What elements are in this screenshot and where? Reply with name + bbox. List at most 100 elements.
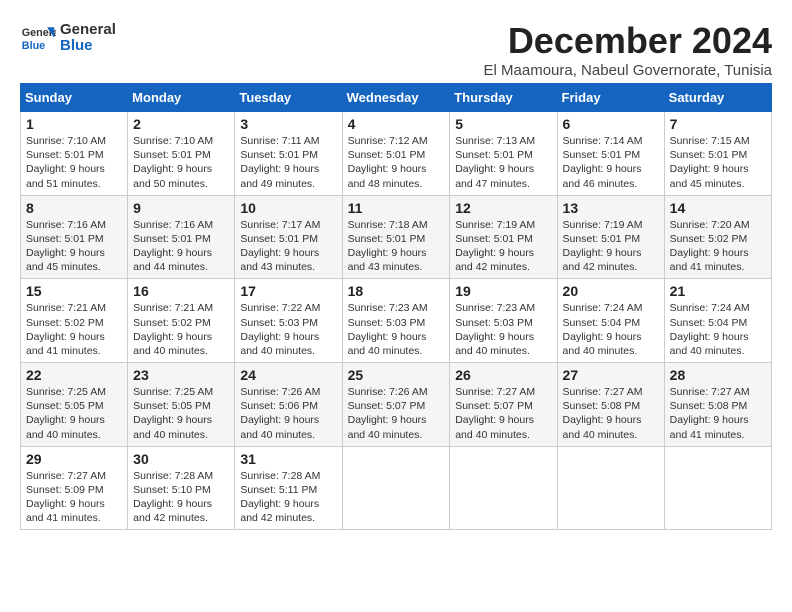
- title-section: December 2024 El Maamoura, Nabeul Govern…: [484, 20, 772, 79]
- day-number: 14: [670, 200, 766, 216]
- day-number: 20: [563, 283, 659, 299]
- day-info: Sunrise: 7:26 AMSunset: 5:07 PMDaylight:…: [348, 386, 428, 441]
- calendar-cell: 14 Sunrise: 7:20 AMSunset: 5:02 PMDaylig…: [664, 195, 771, 279]
- header-tuesday: Tuesday: [235, 84, 342, 112]
- header-sunday: Sunday: [21, 84, 128, 112]
- day-info: Sunrise: 7:27 AMSunset: 5:09 PMDaylight:…: [26, 470, 106, 525]
- day-number: 30: [133, 451, 229, 467]
- day-number: 6: [563, 116, 659, 132]
- day-number: 29: [26, 451, 122, 467]
- calendar-cell: 25 Sunrise: 7:26 AMSunset: 5:07 PMDaylig…: [342, 363, 450, 447]
- day-number: 10: [240, 200, 336, 216]
- day-info: Sunrise: 7:12 AMSunset: 5:01 PMDaylight:…: [348, 135, 428, 190]
- day-number: 4: [348, 116, 445, 132]
- calendar-cell: 12 Sunrise: 7:19 AMSunset: 5:01 PMDaylig…: [450, 195, 557, 279]
- header-friday: Friday: [557, 84, 664, 112]
- day-number: 31: [240, 451, 336, 467]
- day-number: 18: [348, 283, 445, 299]
- day-number: 27: [563, 367, 659, 383]
- header: General Blue General Blue December 2024 …: [20, 20, 772, 79]
- calendar-cell: 20 Sunrise: 7:24 AMSunset: 5:04 PMDaylig…: [557, 279, 664, 363]
- calendar-cell: [664, 446, 771, 530]
- day-info: Sunrise: 7:28 AMSunset: 5:11 PMDaylight:…: [240, 470, 320, 525]
- day-number: 3: [240, 116, 336, 132]
- day-number: 23: [133, 367, 229, 383]
- calendar-cell: 26 Sunrise: 7:27 AMSunset: 5:07 PMDaylig…: [450, 363, 557, 447]
- day-number: 22: [26, 367, 122, 383]
- day-number: 1: [26, 116, 122, 132]
- logo-line2: Blue: [60, 38, 116, 55]
- day-number: 24: [240, 367, 336, 383]
- day-info: Sunrise: 7:21 AMSunset: 5:02 PMDaylight:…: [26, 302, 106, 357]
- day-info: Sunrise: 7:27 AMSunset: 5:08 PMDaylight:…: [670, 386, 750, 441]
- header-saturday: Saturday: [664, 84, 771, 112]
- page-container: General Blue General Blue December 2024 …: [20, 20, 772, 530]
- calendar-cell: [557, 446, 664, 530]
- day-info: Sunrise: 7:28 AMSunset: 5:10 PMDaylight:…: [133, 470, 213, 525]
- logo-icon: General Blue: [20, 20, 56, 56]
- calendar-cell: 19 Sunrise: 7:23 AMSunset: 5:03 PMDaylig…: [450, 279, 557, 363]
- day-info: Sunrise: 7:13 AMSunset: 5:01 PMDaylight:…: [455, 135, 535, 190]
- calendar-cell: 17 Sunrise: 7:22 AMSunset: 5:03 PMDaylig…: [235, 279, 342, 363]
- calendar-cell: [342, 446, 450, 530]
- calendar-cell: 21 Sunrise: 7:24 AMSunset: 5:04 PMDaylig…: [664, 279, 771, 363]
- svg-text:Blue: Blue: [22, 40, 45, 52]
- day-info: Sunrise: 7:14 AMSunset: 5:01 PMDaylight:…: [563, 135, 643, 190]
- calendar-cell: 3 Sunrise: 7:11 AMSunset: 5:01 PMDayligh…: [235, 112, 342, 196]
- day-info: Sunrise: 7:25 AMSunset: 5:05 PMDaylight:…: [133, 386, 213, 441]
- day-info: Sunrise: 7:19 AMSunset: 5:01 PMDaylight:…: [563, 219, 643, 274]
- day-number: 8: [26, 200, 122, 216]
- day-number: 11: [348, 200, 445, 216]
- header-monday: Monday: [128, 84, 235, 112]
- day-number: 26: [455, 367, 551, 383]
- day-number: 17: [240, 283, 336, 299]
- calendar-cell: 28 Sunrise: 7:27 AMSunset: 5:08 PMDaylig…: [664, 363, 771, 447]
- day-number: 13: [563, 200, 659, 216]
- calendar-cell: 13 Sunrise: 7:19 AMSunset: 5:01 PMDaylig…: [557, 195, 664, 279]
- calendar-cell: 4 Sunrise: 7:12 AMSunset: 5:01 PMDayligh…: [342, 112, 450, 196]
- day-info: Sunrise: 7:25 AMSunset: 5:05 PMDaylight:…: [26, 386, 106, 441]
- day-number: 9: [133, 200, 229, 216]
- day-number: 7: [670, 116, 766, 132]
- header-thursday: Thursday: [450, 84, 557, 112]
- calendar-body: 1 Sunrise: 7:10 AMSunset: 5:01 PMDayligh…: [21, 112, 772, 530]
- day-info: Sunrise: 7:10 AMSunset: 5:01 PMDaylight:…: [26, 135, 106, 190]
- calendar-cell: 18 Sunrise: 7:23 AMSunset: 5:03 PMDaylig…: [342, 279, 450, 363]
- day-info: Sunrise: 7:26 AMSunset: 5:06 PMDaylight:…: [240, 386, 320, 441]
- day-number: 21: [670, 283, 766, 299]
- calendar-cell: 30 Sunrise: 7:28 AMSunset: 5:10 PMDaylig…: [128, 446, 235, 530]
- day-info: Sunrise: 7:10 AMSunset: 5:01 PMDaylight:…: [133, 135, 213, 190]
- day-info: Sunrise: 7:15 AMSunset: 5:01 PMDaylight:…: [670, 135, 750, 190]
- calendar-cell: [450, 446, 557, 530]
- day-number: 28: [670, 367, 766, 383]
- calendar-cell: 1 Sunrise: 7:10 AMSunset: 5:01 PMDayligh…: [21, 112, 128, 196]
- day-info: Sunrise: 7:18 AMSunset: 5:01 PMDaylight:…: [348, 219, 428, 274]
- calendar-table: Sunday Monday Tuesday Wednesday Thursday…: [20, 83, 772, 530]
- calendar-cell: 23 Sunrise: 7:25 AMSunset: 5:05 PMDaylig…: [128, 363, 235, 447]
- day-number: 5: [455, 116, 551, 132]
- day-info: Sunrise: 7:21 AMSunset: 5:02 PMDaylight:…: [133, 302, 213, 357]
- calendar-cell: 16 Sunrise: 7:21 AMSunset: 5:02 PMDaylig…: [128, 279, 235, 363]
- day-info: Sunrise: 7:22 AMSunset: 5:03 PMDaylight:…: [240, 302, 320, 357]
- calendar-cell: 10 Sunrise: 7:17 AMSunset: 5:01 PMDaylig…: [235, 195, 342, 279]
- logo: General Blue General Blue: [20, 20, 116, 56]
- calendar-cell: 24 Sunrise: 7:26 AMSunset: 5:06 PMDaylig…: [235, 363, 342, 447]
- calendar-cell: 6 Sunrise: 7:14 AMSunset: 5:01 PMDayligh…: [557, 112, 664, 196]
- calendar-cell: 15 Sunrise: 7:21 AMSunset: 5:02 PMDaylig…: [21, 279, 128, 363]
- day-info: Sunrise: 7:17 AMSunset: 5:01 PMDaylight:…: [240, 219, 320, 274]
- month-title: December 2024: [484, 20, 772, 62]
- calendar-cell: 2 Sunrise: 7:10 AMSunset: 5:01 PMDayligh…: [128, 112, 235, 196]
- day-info: Sunrise: 7:27 AMSunset: 5:07 PMDaylight:…: [455, 386, 535, 441]
- day-number: 25: [348, 367, 445, 383]
- day-info: Sunrise: 7:24 AMSunset: 5:04 PMDaylight:…: [563, 302, 643, 357]
- day-number: 2: [133, 116, 229, 132]
- calendar-cell: 31 Sunrise: 7:28 AMSunset: 5:11 PMDaylig…: [235, 446, 342, 530]
- day-info: Sunrise: 7:16 AMSunset: 5:01 PMDaylight:…: [26, 219, 106, 274]
- day-info: Sunrise: 7:27 AMSunset: 5:08 PMDaylight:…: [563, 386, 643, 441]
- header-wednesday: Wednesday: [342, 84, 450, 112]
- calendar-cell: 27 Sunrise: 7:27 AMSunset: 5:08 PMDaylig…: [557, 363, 664, 447]
- calendar-cell: 22 Sunrise: 7:25 AMSunset: 5:05 PMDaylig…: [21, 363, 128, 447]
- calendar-cell: 29 Sunrise: 7:27 AMSunset: 5:09 PMDaylig…: [21, 446, 128, 530]
- logo-line1: General: [60, 22, 116, 39]
- day-number: 12: [455, 200, 551, 216]
